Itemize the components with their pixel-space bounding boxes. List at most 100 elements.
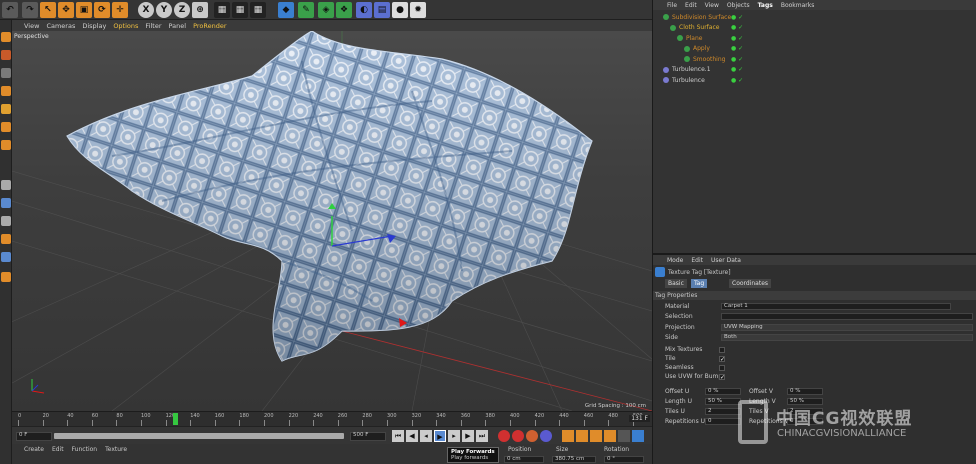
key-scale-icon[interactable] <box>576 430 588 442</box>
polygons-mode-icon[interactable] <box>1 140 11 150</box>
material-menu-texture[interactable]: Texture <box>105 446 127 453</box>
snap-icon[interactable] <box>1 216 11 226</box>
material-menu-edit[interactable]: Edit <box>52 446 64 453</box>
y-axis-button[interactable]: Y <box>156 2 172 18</box>
tweak-mode-icon[interactable] <box>1 198 11 208</box>
nurbs-icon[interactable]: ◈ <box>318 2 334 18</box>
planar-workplane-icon[interactable] <box>1 252 11 262</box>
object-row[interactable]: Subdivision Surface ● ✓ <box>653 12 976 22</box>
om-menu-view[interactable]: View <box>705 2 719 9</box>
viewport-menu-panel[interactable]: Panel <box>169 22 187 30</box>
object-row[interactable]: Cloth Surface ● ✓ <box>653 23 976 33</box>
am-menu-userdata[interactable]: User Data <box>711 257 741 264</box>
goto-start-icon[interactable]: ⏮ <box>392 430 404 442</box>
texture-mode-icon[interactable] <box>1 68 11 78</box>
object-name[interactable]: Plane <box>686 35 702 42</box>
render-view-icon[interactable]: ▦ <box>214 2 230 18</box>
key-rotation-icon[interactable] <box>590 430 602 442</box>
x-axis-button[interactable]: X <box>138 2 154 18</box>
visibility-check-icon[interactable]: ● ✓ <box>731 45 743 52</box>
object-row[interactable]: Turbulence.1 ● ✓ <box>653 65 976 75</box>
tab-coordinates[interactable]: Coordinates <box>729 279 772 288</box>
offset-v-field[interactable]: 0 % <box>787 388 823 395</box>
redo-icon[interactable]: ↷ <box>22 2 38 18</box>
object-name[interactable]: Subdivision Surface <box>672 14 731 21</box>
visibility-check-icon[interactable]: ● ✓ <box>731 77 743 84</box>
om-menu-file[interactable]: File <box>667 2 677 9</box>
lock-workplane-icon[interactable] <box>1 234 11 244</box>
prev-frame-icon[interactable]: ◂ <box>420 430 432 442</box>
object-name[interactable]: Turbulence <box>672 77 705 84</box>
key-position-icon[interactable] <box>562 430 574 442</box>
length-u-field[interactable]: 50 % <box>705 398 741 405</box>
object-name[interactable]: Smoothing <box>693 56 725 63</box>
key-pla-icon[interactable] <box>618 430 630 442</box>
keyframe-selection-icon[interactable] <box>526 430 538 442</box>
viewport-menu-options[interactable]: Options <box>113 22 138 30</box>
make-editable-icon[interactable] <box>1 32 11 42</box>
material-menu-create[interactable]: Create <box>24 446 44 453</box>
object-row[interactable]: Apply ● ✓ <box>653 44 976 54</box>
am-menu-mode[interactable]: Mode <box>667 257 683 264</box>
point-level-icon[interactable] <box>540 430 552 442</box>
repetitions-u-field[interactable]: 0 <box>705 418 741 425</box>
playhead[interactable] <box>173 413 178 425</box>
viewport-menu-filter[interactable]: Filter <box>145 22 161 30</box>
points-mode-icon[interactable] <box>1 104 11 114</box>
tiles-u-field[interactable]: 2 <box>705 408 741 415</box>
selection-field[interactable] <box>721 313 973 320</box>
visibility-check-icon[interactable]: ● ✓ <box>731 66 743 73</box>
light-icon[interactable]: ✹ <box>410 2 426 18</box>
z-axis-button[interactable]: Z <box>174 2 190 18</box>
axis-mode-icon[interactable] <box>1 180 11 190</box>
om-menu-objects[interactable]: Objects <box>727 2 750 9</box>
prev-key-icon[interactable]: ◀ <box>406 430 418 442</box>
start-frame-field[interactable]: 0 F <box>16 432 52 441</box>
camera-icon[interactable]: ● <box>392 2 408 18</box>
tile-checkbox[interactable]: ✓ <box>719 355 725 362</box>
floor-icon[interactable]: ▤ <box>374 2 390 18</box>
key-param-icon[interactable] <box>604 430 616 442</box>
viewport-menu-display[interactable]: Display <box>82 22 106 30</box>
array-icon[interactable]: ❖ <box>336 2 352 18</box>
deformer-icon[interactable]: ◐ <box>356 2 372 18</box>
om-menu-bookmarks[interactable]: Bookmarks <box>781 2 815 9</box>
viewport-menu-prorender[interactable]: ProRender <box>193 22 226 30</box>
mix-textures-checkbox[interactable] <box>719 346 725 353</box>
tab-tag[interactable]: Tag <box>691 279 708 288</box>
recent-tool-icon[interactable]: ✛ <box>112 2 128 18</box>
render-picture-icon[interactable]: ▦ <box>232 2 248 18</box>
uvw-bump-checkbox[interactable]: ✓ <box>719 373 725 380</box>
timeline-layout-icon[interactable] <box>632 430 644 442</box>
tab-basic[interactable]: Basic <box>665 279 687 288</box>
timeline-ruler[interactable]: 0 20 40 60 80 100 120 140 160 180 200 220 240 260 280 3… <box>12 411 652 426</box>
cube-icon[interactable]: ◆ <box>278 2 294 18</box>
visibility-check-icon[interactable]: ● ✓ <box>731 14 743 21</box>
coord-position-x-field[interactable]: 0 cm <box>504 456 544 463</box>
object-row[interactable]: Plane ● ✓ <box>653 33 976 43</box>
om-menu-edit[interactable]: Edit <box>685 2 697 9</box>
viewport-menu-cameras[interactable]: Cameras <box>46 22 75 30</box>
object-row[interactable]: Turbulence ● ✓ <box>653 75 976 85</box>
select-tool-icon[interactable]: ↖ <box>40 2 56 18</box>
object-name[interactable]: Apply <box>693 45 710 52</box>
record-icon[interactable] <box>498 430 510 442</box>
viewport-menu-view[interactable]: View <box>24 22 39 30</box>
coordinate-system-icon[interactable]: ⊕ <box>192 2 208 18</box>
coord-rotation-h-field[interactable]: 0 ° <box>604 456 644 463</box>
undo-icon[interactable]: ↶ <box>2 2 18 18</box>
visibility-check-icon[interactable]: ● ✓ <box>731 56 743 63</box>
material-menu-function[interactable]: Function <box>72 446 98 453</box>
object-name[interactable]: Turbulence.1 <box>672 66 711 73</box>
goto-end-icon[interactable]: ⏭ <box>476 430 488 442</box>
frame-range-slider[interactable] <box>54 433 344 439</box>
workplane-icon[interactable] <box>1 86 11 96</box>
render-settings-icon[interactable]: ▦ <box>250 2 266 18</box>
rotate-tool-icon[interactable]: ⟳ <box>94 2 110 18</box>
projection-dropdown[interactable]: UVW Mapping <box>721 324 973 331</box>
offset-u-field[interactable]: 0 % <box>705 388 741 395</box>
om-menu-tags[interactable]: Tags <box>758 2 773 9</box>
am-menu-edit[interactable]: Edit <box>691 257 703 264</box>
visibility-check-icon[interactable]: ● ✓ <box>731 35 743 42</box>
seamless-checkbox[interactable] <box>719 364 725 371</box>
